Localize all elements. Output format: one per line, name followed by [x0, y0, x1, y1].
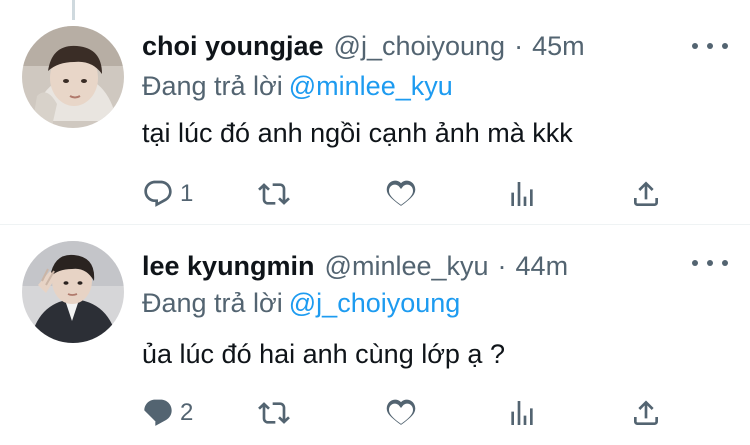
- like-icon: [386, 399, 416, 425]
- user-handle[interactable]: @j_choiyoung: [334, 26, 506, 66]
- avatar[interactable]: [22, 241, 124, 343]
- tweet-header: choi youngjae @j_choiyoung · 45m: [142, 26, 585, 66]
- action-bar: 1: [142, 174, 672, 214]
- replying-to: Đang trả lời @minlee_kyu: [142, 68, 453, 104]
- stats-button[interactable]: [506, 393, 538, 433]
- tweet-text: tại lúc đó anh ngồi cạnh ảnh mà kkk: [142, 118, 573, 148]
- like-button[interactable]: [385, 174, 423, 214]
- mention-link[interactable]: @minlee_kyu: [289, 71, 453, 101]
- display-name[interactable]: choi youngjae: [142, 26, 324, 66]
- retweet-icon: [258, 402, 290, 424]
- stats-icon: [511, 401, 533, 425]
- reply-icon: [144, 399, 172, 426]
- display-name[interactable]: lee kyungmin: [142, 246, 315, 286]
- replying-to: Đang trả lời @j_choiyoung: [142, 285, 460, 321]
- reply-count: 2: [180, 399, 194, 426]
- share-icon: [634, 181, 658, 206]
- reply-count: 1: [180, 180, 194, 207]
- mention-link[interactable]: @j_choiyoung: [289, 288, 461, 318]
- timestamp[interactable]: 44m: [516, 246, 569, 286]
- stats-button[interactable]: [506, 174, 538, 214]
- share-button[interactable]: [630, 174, 662, 214]
- separator-dot: ·: [497, 251, 507, 281]
- tweet-text: ủa lúc đó hai anh cùng lớp ạ ?: [142, 339, 505, 369]
- more-icon[interactable]: [692, 253, 728, 273]
- retweet-button[interactable]: [258, 393, 296, 433]
- more-icon[interactable]: [692, 36, 728, 56]
- replying-to-label: Đang trả lời: [142, 288, 283, 318]
- tweet-header: lee kyungmin @minlee_kyu · 44m: [142, 246, 568, 286]
- reply-button[interactable]: 1: [142, 174, 193, 214]
- reply-icon: [144, 180, 172, 207]
- share-button[interactable]: [630, 393, 662, 433]
- share-icon: [634, 400, 658, 425]
- avatar[interactable]: [22, 26, 124, 128]
- retweet-button[interactable]: [258, 174, 296, 214]
- like-icon: [386, 180, 416, 206]
- tweet[interactable]: lee kyungmin @minlee_kyu · 44m Đang trả …: [0, 225, 750, 445]
- avatar-photo: [22, 241, 124, 343]
- user-handle[interactable]: @minlee_kyu: [325, 246, 489, 286]
- stats-icon: [511, 182, 533, 206]
- separator-dot: ·: [514, 31, 524, 61]
- retweet-icon: [258, 183, 290, 205]
- tweet[interactable]: choi youngjae @j_choiyoung · 45m Đang tr…: [0, 0, 750, 225]
- reply-button[interactable]: 2: [142, 393, 193, 433]
- like-button[interactable]: [385, 393, 423, 433]
- avatar-photo: [22, 26, 124, 128]
- action-bar: 2: [142, 393, 672, 433]
- replying-to-label: Đang trả lời: [142, 71, 283, 101]
- timestamp[interactable]: 45m: [532, 26, 585, 66]
